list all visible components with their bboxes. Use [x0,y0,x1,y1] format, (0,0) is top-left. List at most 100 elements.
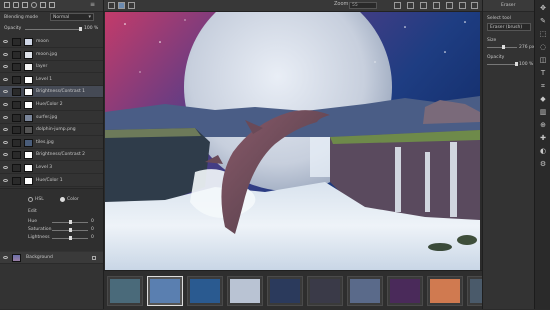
duplicate-icon[interactable] [40,2,46,8]
eye-icon[interactable] [3,256,8,259]
gradient-tool-icon[interactable]: ▥ [539,108,547,116]
layer-row[interactable]: moon.jpg [0,49,103,61]
move-tool-icon[interactable]: ✥ [539,4,547,12]
filmstrip-thumbnail[interactable] [427,276,463,306]
layer-row[interactable]: moon [0,36,103,48]
eraser-opacity-value: 100 % [519,62,534,67]
lightness-slider-knob[interactable] [69,236,72,240]
filmstrip-thumbnail[interactable] [267,276,303,306]
eye-icon[interactable] [3,140,8,144]
fill-tool-icon[interactable]: ◆ [539,95,547,103]
eraser-tool-icon[interactable]: ◫ [539,56,547,64]
eye-icon[interactable] [3,52,8,56]
share-icon[interactable] [471,2,478,9]
hsl-mode-label: HSL [35,197,44,202]
filmstrip-image [190,279,220,303]
eye-icon[interactable] [3,115,8,119]
eye-icon[interactable] [3,40,8,43]
eraser-opacity-knob[interactable] [515,62,518,66]
brush-tool-icon[interactable]: ✎ [539,17,547,25]
clone-tool-icon[interactable]: ⊕ [539,121,547,129]
layer-row[interactable]: Hue/Color 2 [0,99,103,111]
home-icon[interactable] [108,2,115,9]
eraser-opacity-slider[interactable] [487,64,517,65]
eye-icon[interactable] [3,77,8,81]
color-picker-icon[interactable]: ◐ [539,147,547,155]
saturation-value: 0 [91,227,94,232]
compare-icon[interactable] [433,2,440,9]
layer-type-icon [12,50,21,59]
select-tool-icon[interactable]: ⬚ [539,30,547,38]
layer-row[interactable]: layer [0,61,103,74]
eye-icon[interactable] [3,178,8,182]
lightness-value: 0 [91,235,94,240]
layer-thumbnail [24,164,33,172]
layer-row[interactable]: Brightness/Contrast 2 [0,149,103,162]
background-layer-row[interactable]: Background [0,252,103,264]
filmstrip-thumbnail[interactable] [187,276,223,306]
filmstrip-thumbnail[interactable] [147,276,183,306]
layer-type-icon [12,126,21,135]
layer-row[interactable]: Level 3 [0,162,103,174]
new-layer-icon[interactable] [4,2,10,8]
settings-gear-icon[interactable]: ⚙ [539,160,547,168]
blending-mode-select[interactable]: Normal ▾ [50,13,94,21]
opacity-slider-knob[interactable] [79,27,82,31]
select-tool-dropdown[interactable]: Eraser (brush) [487,23,531,31]
grid-icon[interactable] [128,2,135,9]
fit-icon[interactable] [394,2,401,9]
layer-row[interactable]: Hue/Color 1 [0,175,103,187]
layer-row[interactable]: dolphin-jump.png [0,124,103,137]
color-radio[interactable] [60,197,65,202]
filmstrip-thumbnail[interactable] [387,276,423,306]
filmstrip-thumbnail[interactable] [307,276,343,306]
eye-icon[interactable] [3,166,8,169]
menu-icon[interactable]: ≡ [90,2,96,8]
layer-row[interactable]: Level 1 [0,74,103,86]
filmstrip-thumbnail[interactable] [347,276,383,306]
top-toolbar: Zoom 55 [104,0,482,12]
delete-icon[interactable] [49,2,55,8]
hsl-radio[interactable] [28,197,33,202]
lock-icon [92,256,96,260]
layer-name: layer [36,64,48,70]
size-slider-knob[interactable] [502,45,505,49]
export-icon[interactable] [459,2,466,9]
eye-icon[interactable] [3,90,8,94]
opacity-value: 100 % [84,26,99,31]
eye-icon[interactable] [3,128,8,132]
layer-name: tiles.jpg [36,139,54,145]
layer-row[interactable]: tiles.jpg [0,137,103,149]
filmstrip-thumbnail[interactable] [107,276,143,306]
lasso-tool-icon[interactable]: ◌ [539,43,547,51]
redo-icon[interactable] [420,2,427,9]
layer-name: Brightness/Contrast 1 [36,89,86,95]
composite-image [105,12,480,270]
crop-tool-icon[interactable]: ⌗ [539,82,547,90]
saturation-label: Saturation [28,227,52,232]
size-value: 276 px [519,45,535,50]
zoom-field[interactable]: 55 [349,2,377,9]
mask-icon[interactable] [22,2,28,8]
adjustment-icon[interactable] [31,2,37,8]
text-tool-icon[interactable]: T [539,69,547,77]
layer-thumbnail [24,176,33,185]
eye-icon[interactable] [3,153,8,157]
opacity-slider[interactable] [25,29,80,30]
image-canvas[interactable] [105,12,480,270]
folder-icon[interactable] [13,2,19,8]
undo-icon[interactable] [407,2,414,9]
layer-type-icon [12,138,21,147]
layer-thumbnail [24,101,33,109]
filmstrip-image [110,279,140,303]
image-icon[interactable] [118,2,125,9]
eye-icon[interactable] [3,65,8,69]
filmstrip-thumbnail[interactable] [227,276,263,306]
hue-slider-knob[interactable] [69,220,72,224]
saturation-slider-knob[interactable] [69,228,72,232]
eye-icon[interactable] [3,103,8,106]
layer-row[interactable]: Brightness/Contrast 1 [0,86,103,99]
layer-row[interactable]: surfer.jpg [0,112,103,124]
settings-icon[interactable] [446,2,453,9]
heal-tool-icon[interactable]: ✚ [539,134,547,142]
